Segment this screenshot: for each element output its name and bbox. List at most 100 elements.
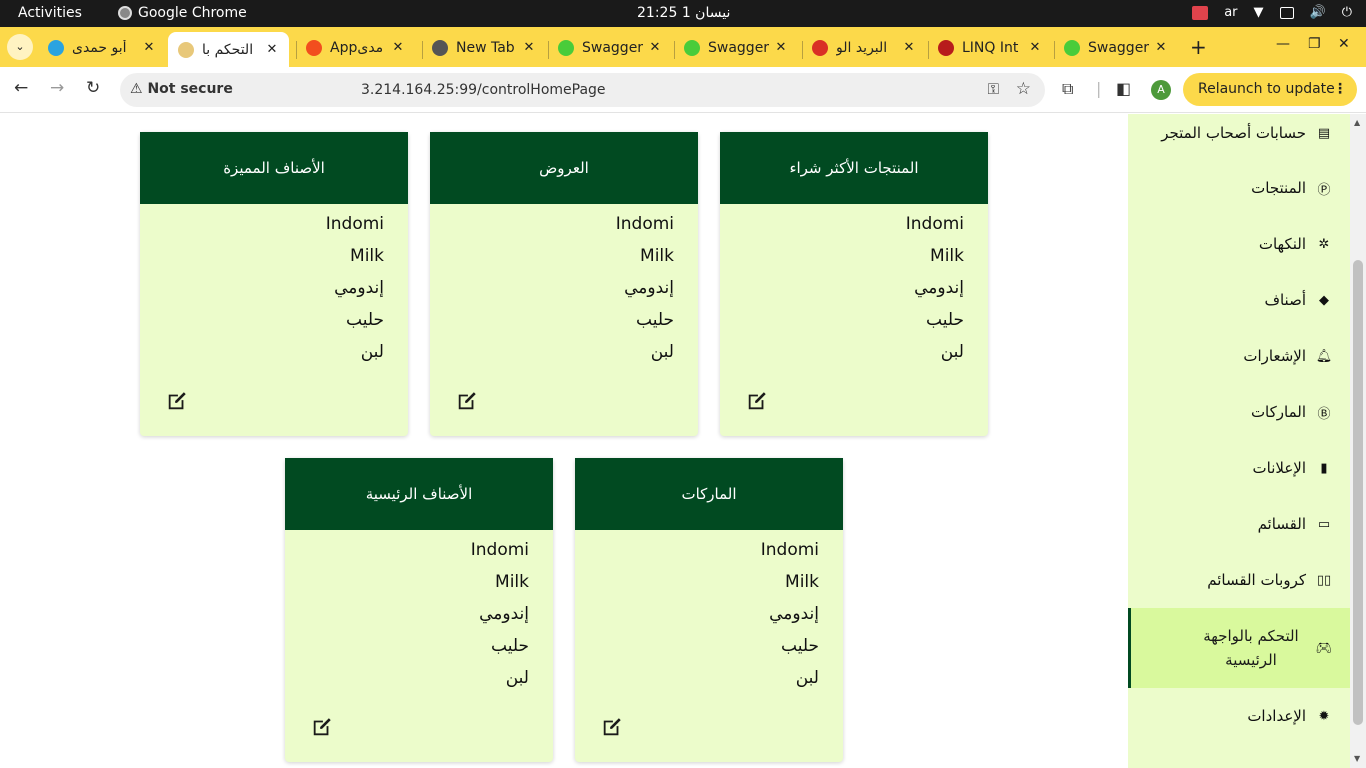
tab-close-icon[interactable]: ✕	[772, 40, 790, 55]
home-section-card: الماركات Indomi Milk إندومي حليب لبن	[575, 458, 843, 762]
sidebar-item[interactable]: 🎮︎ التحكم بالواجهة الرئيسية	[1128, 608, 1350, 688]
scrollbar-thumb[interactable]	[1353, 260, 1363, 725]
chrome-icon	[118, 6, 132, 20]
tab-close-icon[interactable]: ✕	[646, 40, 664, 55]
browser-tab[interactable]: Appمدى ✕	[296, 32, 415, 63]
security-indicator[interactable]: ⚠ Not secure	[130, 81, 233, 97]
back-button[interactable]: ←	[14, 78, 28, 98]
browser-tab[interactable]: New Tab ✕	[422, 32, 546, 63]
sidebar-item-label: القسائم	[1257, 515, 1306, 533]
edit-icon[interactable]	[601, 716, 623, 738]
sidebar-item[interactable]: ▤ حسابات أصحاب المتجر	[1128, 114, 1350, 152]
product-icon: Ⓟ	[1317, 182, 1331, 198]
relaunch-button[interactable]: Relaunch to update ⋮	[1183, 73, 1357, 106]
list-item: إندومي	[334, 278, 384, 298]
screen-record-icon[interactable]	[1192, 5, 1209, 20]
sidebar-item-label: الإعدادات	[1247, 707, 1306, 725]
tab-search-button[interactable]: ⌄	[7, 34, 33, 60]
url-text[interactable]: 3.214.164.25:99/controlHomePage	[361, 82, 606, 98]
linq-icon	[938, 39, 954, 56]
home-section-card: المنتجات الأكثر شراء Indomi Milk إندومي حليب…	[720, 132, 988, 436]
list-item: Indomi	[470, 540, 529, 560]
home-section-card: الأصناف الرئيسية Indomi Milk إندومي حليب لبن	[285, 458, 553, 762]
gmail-icon	[812, 39, 828, 56]
tab-close-icon[interactable]: ✕	[520, 40, 538, 55]
sidebar-item[interactable]: ▮ الإعلانات	[1128, 449, 1350, 487]
tab-close-icon[interactable]: ✕	[1026, 40, 1044, 55]
sidebar-item[interactable]: Ⓑ الماركات	[1128, 393, 1350, 431]
language-indicator[interactable]: ar	[1224, 5, 1237, 20]
kebab-menu-icon[interactable]: ⋮	[1333, 73, 1347, 106]
reload-button[interactable]: ↻	[86, 78, 100, 98]
sidebar-item[interactable]: ▯▯ كروبات القسائم	[1128, 561, 1350, 599]
tab-close-icon[interactable]: ✕	[900, 40, 918, 55]
browser-tab[interactable]: Swagger ✕	[1054, 32, 1178, 63]
scroll-up-arrow-icon[interactable]: ▲	[1354, 118, 1360, 127]
card-item-list: Indomi Milk إندومي حليب لبن	[285, 530, 553, 698]
address-bar[interactable]: ⚠ Not secure 3.214.164.25:99/controlHome…	[120, 73, 1045, 107]
list-item: Indomi	[905, 214, 964, 234]
browser-tab[interactable]: أبو حمدى ✕	[38, 32, 166, 63]
new-tab-button[interactable]: +	[1190, 35, 1207, 59]
bookmark-star-icon[interactable]: ☆	[1016, 79, 1031, 99]
tab-title: Swagger	[708, 39, 770, 56]
password-key-icon[interactable]: ⚿	[988, 80, 999, 98]
edit-icon[interactable]	[456, 390, 478, 412]
close-window-button[interactable]: ✕	[1338, 36, 1350, 52]
wifi-icon: ▼	[1253, 5, 1264, 20]
chrome-icon	[432, 39, 448, 56]
card-item-list: Indomi Milk إندومي حليب لبن	[575, 530, 843, 698]
browser-tab[interactable]: LINQ Int ✕	[928, 32, 1052, 63]
list-item: Milk	[495, 572, 529, 592]
edit-icon[interactable]	[311, 716, 333, 738]
tab-close-icon[interactable]: ✕	[263, 42, 281, 57]
browser-tab[interactable]: Swagger ✕	[548, 32, 672, 63]
list-item: Milk	[930, 246, 964, 266]
app-menu[interactable]: Google Chrome	[118, 5, 247, 21]
sidebar-item[interactable]: ✹ الإعدادات	[1128, 697, 1350, 735]
sidebar-item[interactable]: ✲ النكهات	[1128, 225, 1350, 263]
list-item: إندومي	[914, 278, 964, 298]
minimize-button[interactable]: —	[1276, 36, 1290, 52]
tab-separator	[422, 41, 423, 59]
activities-button[interactable]: Activities	[18, 5, 82, 21]
browser-tab[interactable]: البريد الو ✕	[802, 32, 926, 63]
sidebar-item[interactable]: ▭ القسائم	[1128, 505, 1350, 543]
profile-avatar[interactable]: A	[1151, 80, 1171, 100]
tab-close-icon[interactable]: ✕	[389, 40, 407, 55]
swagger-icon	[558, 39, 574, 56]
forward-button[interactable]: →	[50, 78, 64, 98]
page-scrollbar[interactable]: ▲ ▼	[1350, 114, 1366, 768]
tab-title: Swagger	[582, 39, 644, 56]
sidebar-item[interactable]: 🔔︎ الإشعارات	[1128, 337, 1350, 375]
tab-close-icon[interactable]: ✕	[1152, 40, 1170, 55]
browser-tab[interactable]: Swagger ✕	[674, 32, 798, 63]
restore-button[interactable]: ❐	[1308, 36, 1321, 52]
home-section-card: الأصناف المميزة Indomi Milk إندومي حليب لبن	[140, 132, 408, 436]
sidebar-item-label: الإشعارات	[1243, 347, 1306, 365]
tab-title: البريد الو	[836, 39, 888, 56]
sidebar-item[interactable]: ◆ أصناف	[1128, 281, 1350, 319]
sidebar-item-label: النكهات	[1258, 235, 1306, 253]
settings-icon: ✹	[1318, 708, 1330, 724]
card-title: الماركات	[575, 458, 843, 530]
extensions-icon[interactable]: ⧉	[1062, 79, 1073, 99]
edit-icon[interactable]	[746, 390, 768, 412]
gamepad-icon: 🎮︎	[1315, 640, 1333, 656]
scroll-down-arrow-icon[interactable]: ▼	[1354, 754, 1360, 763]
clock[interactable]: نيسان 1 21:25	[637, 5, 730, 21]
list-item: Milk	[785, 572, 819, 592]
sidebar-item[interactable]: Ⓟ المنتجات	[1128, 169, 1350, 207]
card-item-list: Indomi Milk إندومي حليب لبن	[140, 204, 408, 372]
browser-tab[interactable]: التحكم با ✕	[168, 32, 289, 67]
list-item: حليب	[346, 310, 384, 330]
list-item: Milk	[640, 246, 674, 266]
system-tray[interactable]: ar ▼ 🔊 ⏻	[1192, 5, 1352, 20]
list-item: لبن	[505, 668, 529, 688]
list-item: حليب	[636, 310, 674, 330]
edit-icon[interactable]	[166, 390, 188, 412]
volume-icon: 🔊	[1309, 5, 1326, 20]
side-panel-icon[interactable]: ◧	[1116, 79, 1131, 98]
tab-close-icon[interactable]: ✕	[140, 40, 158, 55]
tab-title: LINQ Int	[962, 39, 1019, 56]
